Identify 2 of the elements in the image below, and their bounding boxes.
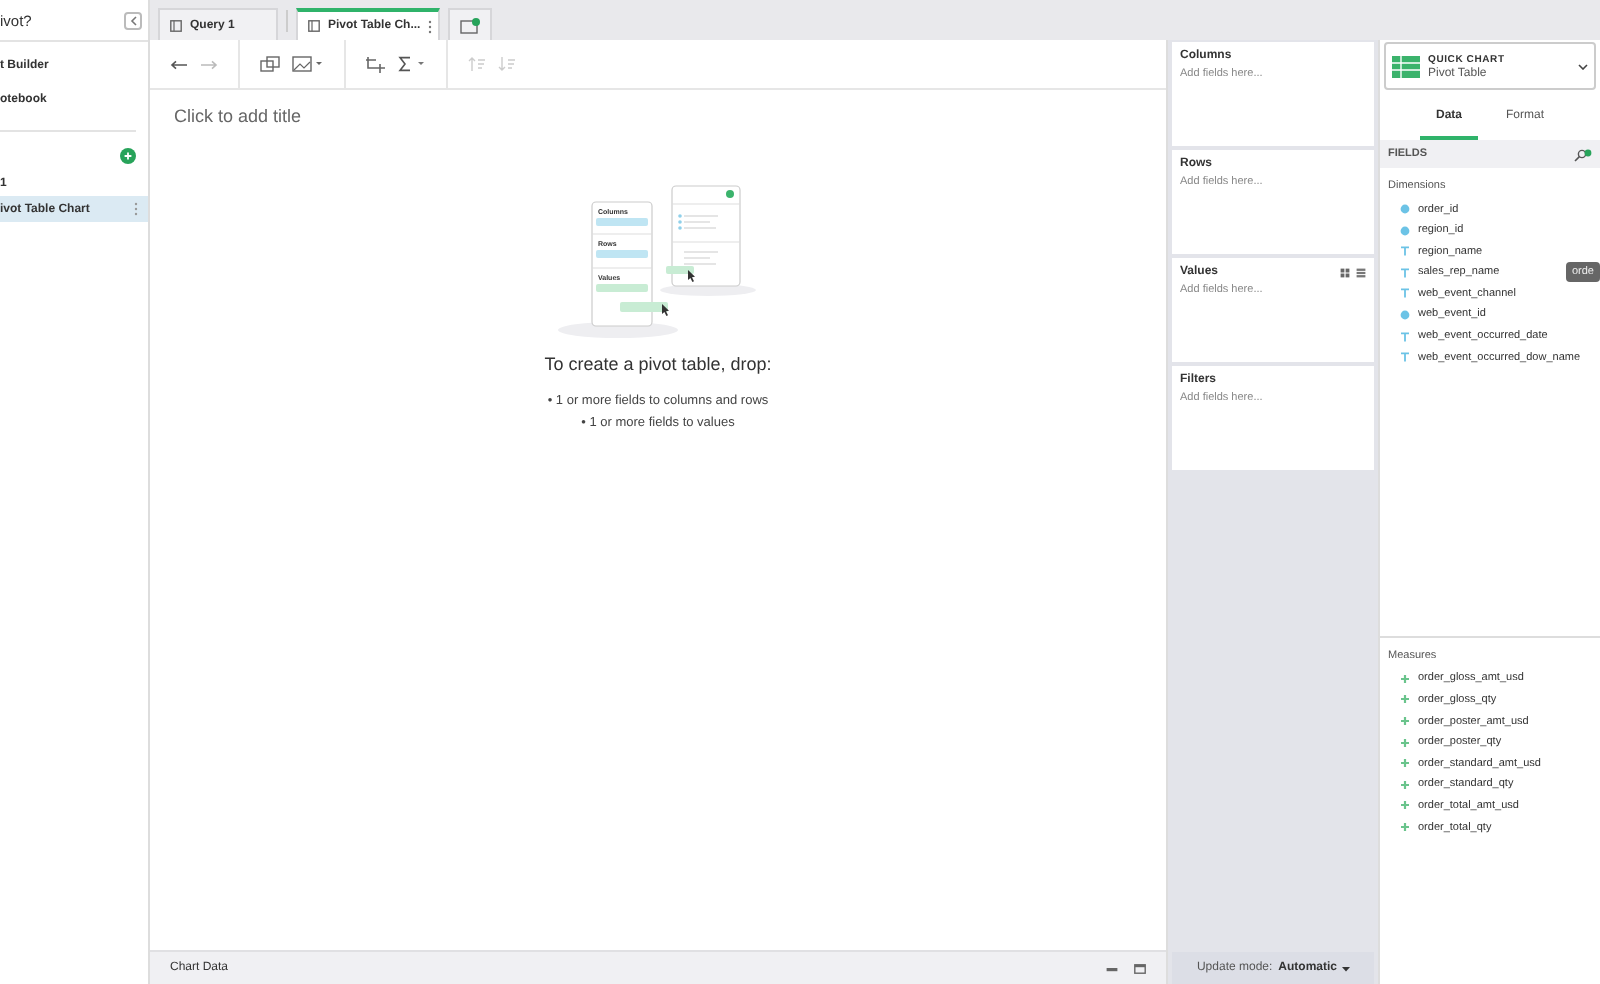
- empty-state-heading: To create a pivot table, drop:: [544, 354, 772, 374]
- chart-title-placeholder[interactable]: Click to add title: [174, 106, 1142, 126]
